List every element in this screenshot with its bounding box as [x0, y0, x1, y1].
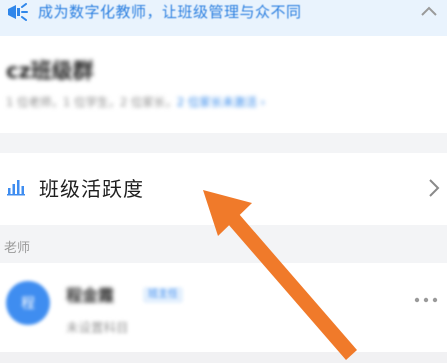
teacher-name: 程金霞	[66, 286, 115, 305]
bottom-divider	[0, 352, 447, 363]
homeroom-teacher-badge: 班主任	[143, 287, 183, 303]
megaphone-icon	[8, 3, 28, 21]
group-member-summary: 1 位老师，1 位学生，2 位家长，2 位家长未激活 ›	[6, 94, 265, 110]
chevron-up-icon[interactable]	[417, 0, 441, 22]
promo-banner-text: 成为数字化教师，让班级管理与众不同	[38, 3, 302, 21]
teachers-section-header: 老师	[0, 225, 447, 263]
invite-parents-link[interactable]: 2 位家长未激活 ›	[177, 95, 265, 109]
member-count-text: 1 位老师，1 位学生，2 位家长，	[6, 95, 177, 109]
teacher-list-item[interactable]: 程 程金霞 班主任 未设置科目	[0, 263, 447, 363]
teachers-section-title: 老师	[4, 241, 31, 256]
teacher-subject: 未设置科目	[66, 320, 129, 335]
section-divider	[0, 133, 447, 153]
class-activity-label: 班级活跃度	[39, 177, 144, 201]
promo-banner[interactable]: 成为数字化教师，让班级管理与众不同	[0, 0, 447, 36]
class-activity-row[interactable]: 班级活跃度	[0, 153, 447, 225]
more-dots-icon[interactable]	[413, 294, 439, 306]
group-name: cz班级群	[6, 59, 94, 83]
avatar: 程	[6, 281, 50, 325]
bar-chart-icon	[7, 180, 25, 196]
chevron-right-icon	[429, 179, 440, 197]
